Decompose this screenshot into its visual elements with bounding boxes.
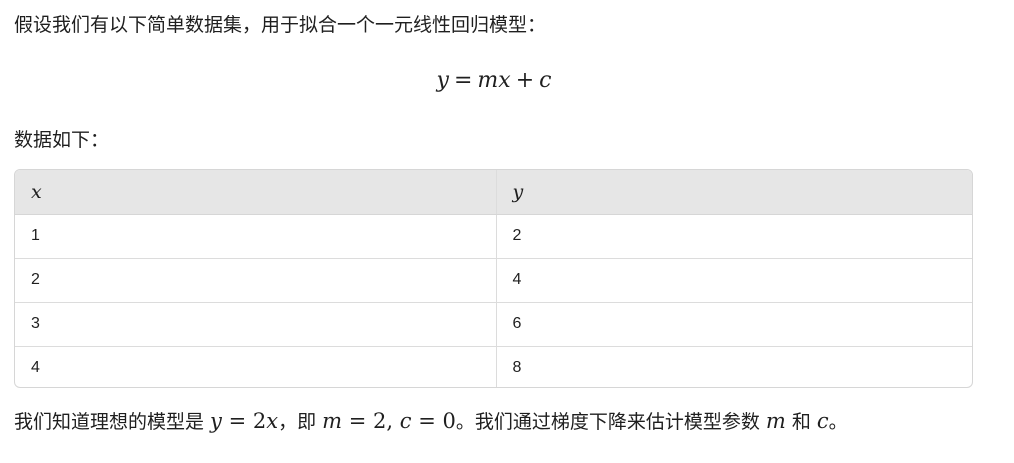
- cell-y: 4: [496, 258, 972, 303]
- model-x: x: [266, 409, 279, 433]
- cell-y: 2: [496, 214, 972, 259]
- equation-c: c: [539, 68, 552, 93]
- param-c: c: [816, 409, 829, 433]
- table-header-row: x y: [15, 170, 972, 215]
- conclusion-text-3: 。我们通过梯度下降来估计模型参数: [455, 411, 766, 433]
- table-row: 4 8: [15, 346, 972, 387]
- header-y: y: [496, 170, 972, 215]
- conclusion-text-2: ，即: [278, 411, 323, 433]
- model-y: y: [210, 409, 222, 433]
- document-page: 假设我们有以下简单数据集，用于拟合一个一元线性回归模型： y = mx + c 数据如下…: [0, 0, 1014, 463]
- data-label: 数据如下：: [14, 129, 110, 151]
- param-comma: ,: [386, 409, 400, 433]
- table-row: 2 4: [15, 258, 972, 303]
- cell-x: 2: [15, 258, 497, 303]
- equation-y: y: [436, 68, 449, 93]
- param-m: m: [765, 409, 786, 433]
- cell-y: 8: [512, 359, 522, 377]
- c-value: 0: [442, 409, 456, 433]
- equation-equals: =: [453, 68, 473, 93]
- table-row: 3 6: [15, 302, 972, 347]
- m-value: 2: [373, 409, 387, 433]
- param-values: m = 2, c = 0: [322, 409, 456, 433]
- conclusion-paragraph: 我们知道理想的模型是 y = 2x，即 m = 2, c = 0。我们通过梯度下…: [14, 408, 848, 435]
- equation-x: x: [498, 68, 511, 93]
- data-table: x y 1 2 2 4 3 6 4 8: [15, 170, 972, 387]
- cell-x: 1: [15, 214, 497, 259]
- conclusion-text-4: 和: [785, 411, 817, 433]
- m-equals: =: [342, 409, 374, 433]
- intro-paragraph: 假设我们有以下简单数据集，用于拟合一个一元线性回归模型：: [14, 14, 547, 36]
- c-var: c: [399, 409, 412, 433]
- header-x: x: [15, 170, 497, 215]
- conclusion-text-1: 我们知道理想的模型是: [14, 411, 211, 433]
- cell-x: 3: [15, 302, 497, 347]
- conclusion-text-5: 。: [828, 411, 848, 433]
- model-equals: =: [221, 409, 253, 433]
- m-var: m: [322, 409, 343, 433]
- data-table-container: x y 1 2 2 4 3 6 4 8: [14, 169, 973, 388]
- table-row: 1 2: [15, 214, 972, 259]
- cell-x: 4: [15, 346, 497, 387]
- cell-y: 6: [496, 302, 972, 347]
- c-equals: =: [411, 409, 443, 433]
- regression-equation: y = mx + c: [0, 66, 988, 96]
- equation-plus: +: [515, 68, 535, 93]
- model-formula: y = 2x: [210, 409, 278, 433]
- equation-m: m: [477, 68, 499, 93]
- model-coef: 2: [252, 409, 267, 433]
